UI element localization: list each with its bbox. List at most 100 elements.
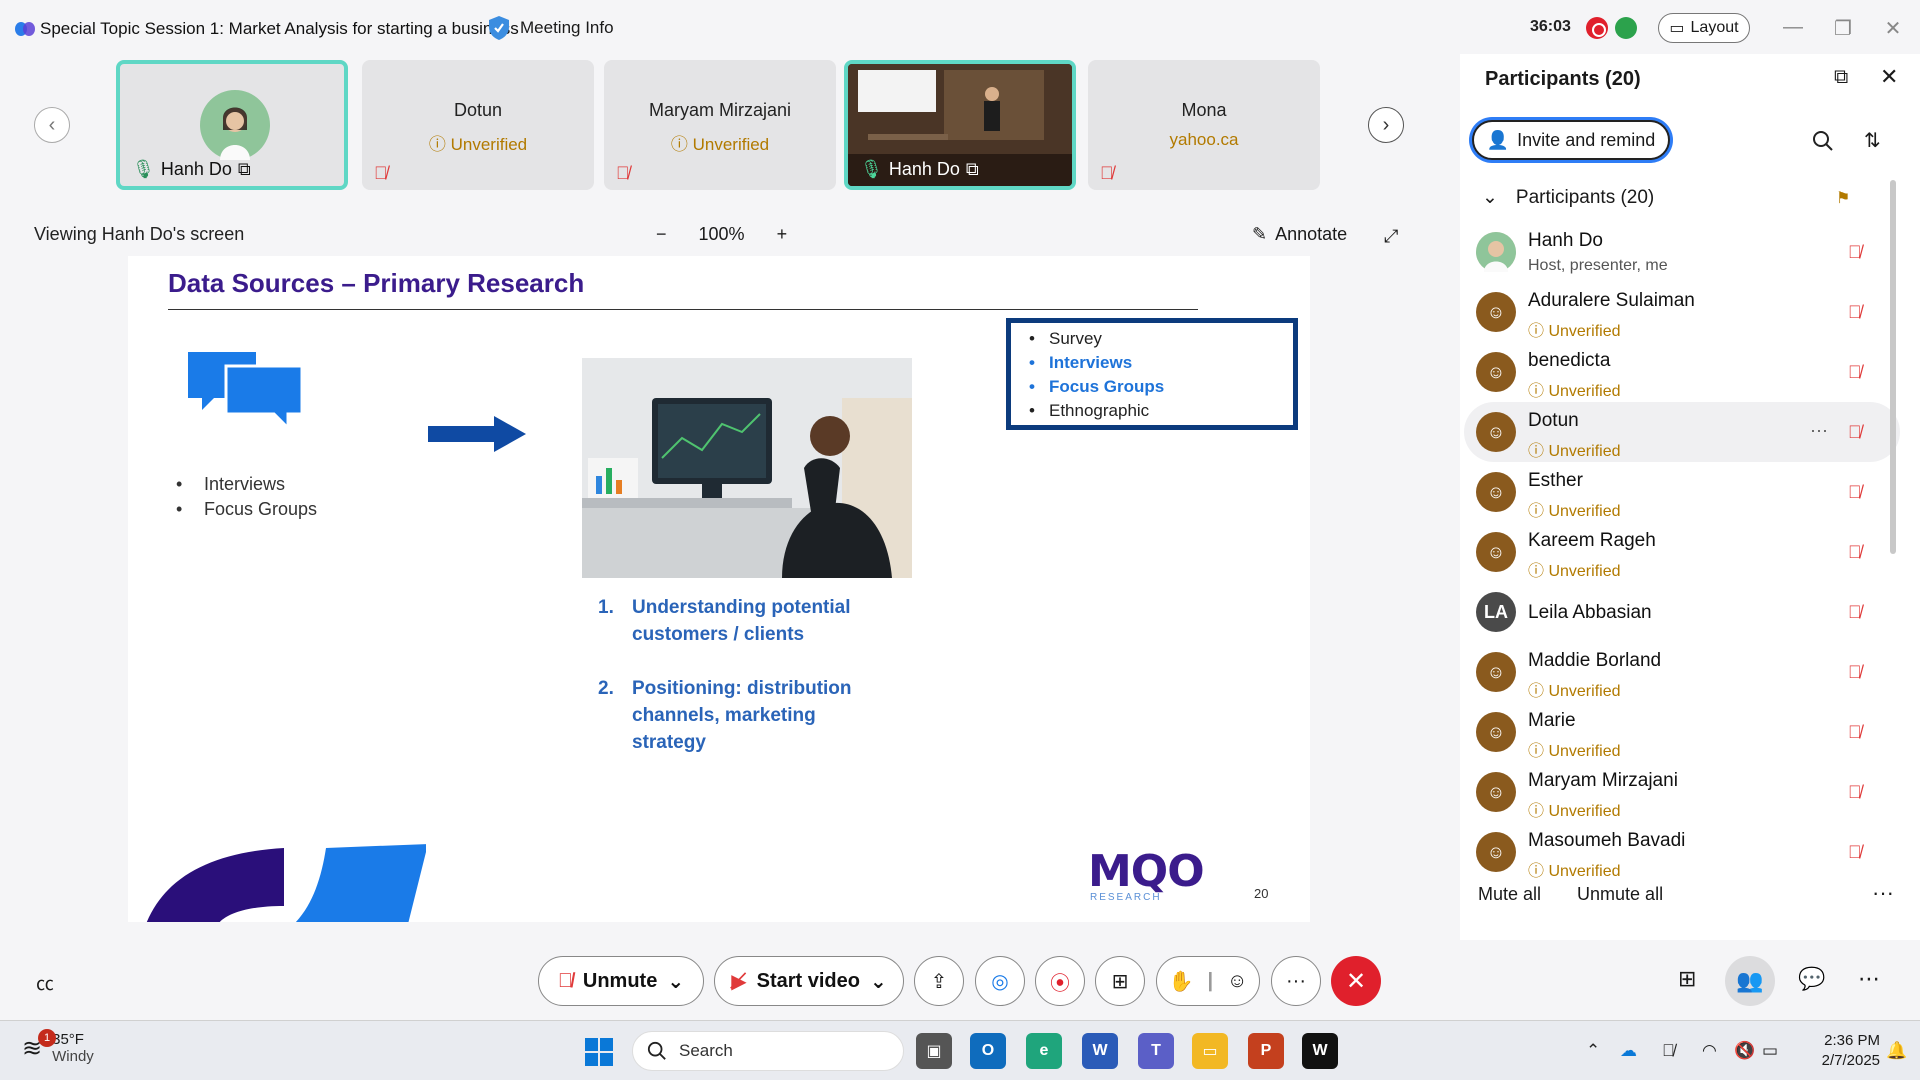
mic-muted-icon: 🎙̸ bbox=[557, 969, 573, 992]
minimize-button[interactable]: — bbox=[1778, 16, 1808, 39]
speaker-muted-icon[interactable]: 🔇 bbox=[1734, 1041, 1755, 1061]
network-health-icon[interactable] bbox=[1615, 17, 1637, 39]
participant-name: Esther bbox=[1528, 470, 1583, 491]
webex-logo-icon bbox=[15, 22, 35, 36]
mic-muted-icon[interactable]: 🎙̸ bbox=[1848, 722, 1862, 743]
meeting-info-button[interactable]: Meeting Info bbox=[488, 15, 614, 41]
end-meeting-button[interactable]: ✕ bbox=[1331, 956, 1381, 1006]
webex-app-icon[interactable]: W bbox=[1302, 1033, 1338, 1069]
more-options-icon[interactable]: ··· bbox=[1872, 880, 1894, 906]
participants-toggle-icon[interactable]: 👥 bbox=[1725, 956, 1775, 1006]
participant-name: Hanh Do bbox=[1528, 230, 1603, 251]
teams-icon[interactable]: T bbox=[1138, 1033, 1174, 1069]
close-icon[interactable]: ✕ bbox=[1880, 64, 1898, 90]
invite-and-remind-button[interactable]: 👤 Invite and remind bbox=[1472, 120, 1670, 160]
emoji-icon[interactable]: ☺ bbox=[1227, 970, 1247, 993]
apps-icon[interactable]: ⊞ bbox=[1095, 956, 1145, 1006]
video-tile-dotun[interactable]: Dotun ⓘ Unverified 🎙̸ bbox=[362, 60, 594, 190]
notification-bell-icon[interactable]: 🔔 bbox=[1886, 1041, 1907, 1061]
taskbar-search-input[interactable]: Search bbox=[632, 1031, 904, 1071]
participant-status: ⓘ Unverified bbox=[1528, 443, 1621, 460]
tile-footer: 🎙 Hanh Do ⧉ bbox=[132, 159, 251, 180]
tile-footer: 🎙 Hanh Do ⧉ bbox=[860, 159, 979, 180]
participant-row[interactable]: ☺ Aduralere Sulaiman ⓘ Unverified 🎙̸ bbox=[1464, 282, 1900, 342]
mic-muted-icon[interactable]: 🎙̸ bbox=[1848, 422, 1862, 443]
recording-icon[interactable] bbox=[1586, 17, 1608, 39]
participant-row[interactable]: Hanh Do Host, presenter, me 🎙̸ bbox=[1464, 222, 1900, 282]
powerpoint-icon[interactable]: P bbox=[1248, 1033, 1284, 1069]
participants-group-header[interactable]: ⌄ Participants (20) bbox=[1482, 186, 1654, 209]
video-tile-mona[interactable]: Mona yahoo.ca 🎙̸ bbox=[1088, 60, 1320, 190]
participant-row[interactable]: ☺ Maryam Mirzajani ⓘ Unverified 🎙̸ bbox=[1464, 762, 1900, 822]
add-apps-icon[interactable]: ⊞ bbox=[1678, 966, 1696, 992]
onedrive-icon[interactable]: ☁ bbox=[1620, 1041, 1637, 1061]
layout-button[interactable]: ▭ Layout bbox=[1658, 13, 1750, 43]
unmute-all-button[interactable]: Unmute all bbox=[1577, 884, 1663, 905]
person-icon: ☺ bbox=[1476, 292, 1516, 332]
participant-status: ⓘ Unverified bbox=[1528, 863, 1621, 880]
participants-scrollbar[interactable] bbox=[1890, 180, 1896, 554]
participant-row[interactable]: ☺ Marie ⓘ Unverified 🎙̸ bbox=[1464, 702, 1900, 762]
wifi-icon[interactable]: ◠ bbox=[1702, 1041, 1717, 1061]
mic-muted-icon[interactable]: 🎙̸ bbox=[1848, 482, 1862, 503]
mic-muted-icon[interactable]: 🎙̸ bbox=[1848, 242, 1862, 263]
unmute-button[interactable]: 🎙̸ Unmute ⌄ bbox=[538, 956, 704, 1006]
participant-row[interactable]: ☺ Maddie Borland ⓘ Unverified 🎙̸ bbox=[1464, 642, 1900, 702]
tile-name: Mona bbox=[1181, 100, 1227, 120]
lobby-icon[interactable]: ⚑ bbox=[1836, 188, 1850, 208]
zoom-out-button[interactable]: − bbox=[656, 224, 667, 245]
scroll-left-arrow-icon[interactable]: ‹ bbox=[34, 107, 70, 143]
scroll-right-arrow-icon[interactable]: › bbox=[1368, 107, 1404, 143]
ai-assistant-icon[interactable]: ◎ bbox=[975, 956, 1025, 1006]
search-icon[interactable] bbox=[1812, 130, 1834, 152]
closed-captions-icon[interactable]: ㏄ bbox=[36, 970, 54, 996]
edge-icon[interactable]: e bbox=[1026, 1033, 1062, 1069]
more-options-icon[interactable]: ··· bbox=[1271, 956, 1321, 1006]
unmute-label: Unmute bbox=[582, 969, 658, 992]
participant-row[interactable]: ☺ Esther ⓘ Unverified 🎙̸ bbox=[1464, 462, 1900, 522]
more-panels-icon[interactable]: ⋯ bbox=[1858, 966, 1880, 992]
share-screen-icon[interactable]: ⇪ bbox=[914, 956, 964, 1006]
taskbar-clock[interactable]: 2:36 PM 2/7/2025 bbox=[1800, 1031, 1880, 1071]
invite-label: Invite and remind bbox=[1517, 129, 1656, 150]
file-explorer-icon[interactable]: ▭ bbox=[1192, 1033, 1228, 1069]
zoom-in-button[interactable]: + bbox=[777, 224, 788, 245]
fullscreen-icon[interactable]: ⤢ bbox=[1384, 226, 1398, 247]
close-window-button[interactable]: ✕ bbox=[1878, 16, 1908, 41]
raise-hand-icon[interactable]: ✋ bbox=[1169, 969, 1194, 994]
mic-muted-icon[interactable]: 🎙̸ bbox=[1848, 362, 1862, 383]
mic-muted-icon[interactable]: 🎙̸ bbox=[1848, 302, 1862, 323]
mic-muted-icon[interactable]: 🎙̸ bbox=[1848, 782, 1862, 803]
video-tile-hanh-do[interactable]: 🎙 Hanh Do ⧉ bbox=[116, 60, 348, 190]
start-video-button[interactable]: ▶̸ Start video ⌄ bbox=[714, 956, 904, 1006]
participant-row[interactable]: LA Leila Abbasian 🎙̸ bbox=[1464, 582, 1900, 642]
participant-row[interactable]: ☺ Masoumeh Bavadi ⓘ Unverified 🎙̸ bbox=[1464, 822, 1900, 882]
windows-start-icon[interactable] bbox=[584, 1037, 614, 1067]
popout-icon[interactable]: ⧉ bbox=[1834, 66, 1848, 89]
participant-row[interactable]: ☺ Dotun ⓘ Unverified ··· 🎙̸ bbox=[1464, 402, 1900, 462]
annotate-button[interactable]: ✎ Annotate bbox=[1252, 224, 1347, 245]
mic-muted-icon[interactable]: 🎙̸ bbox=[1848, 842, 1862, 863]
participant-row[interactable]: ☺ Kareem Rageh ⓘ Unverified 🎙̸ bbox=[1464, 522, 1900, 582]
mute-all-button[interactable]: Mute all bbox=[1478, 884, 1541, 905]
chat-icon[interactable]: 💬 bbox=[1798, 966, 1825, 992]
video-tile-hanh-do-camera[interactable]: 🎙 Hanh Do ⧉ bbox=[844, 60, 1076, 190]
word-icon[interactable]: W bbox=[1082, 1033, 1118, 1069]
mic-muted-icon[interactable]: 🎙̸ bbox=[1662, 1041, 1675, 1061]
mic-muted-icon[interactable]: 🎙̸ bbox=[1848, 602, 1862, 623]
mic-muted-icon[interactable]: 🎙̸ bbox=[1848, 662, 1862, 683]
mic-muted-icon[interactable]: 🎙̸ bbox=[1848, 542, 1862, 563]
task-view-icon[interactable]: ▣ bbox=[916, 1033, 952, 1069]
meeting-title: Special Topic Session 1: Market Analysis… bbox=[40, 19, 519, 38]
record-icon[interactable]: ⦿ bbox=[1035, 956, 1085, 1006]
battery-icon[interactable]: ▭ bbox=[1762, 1041, 1778, 1061]
outlook-icon[interactable]: O bbox=[970, 1033, 1006, 1069]
participant-row[interactable]: ☺ benedicta ⓘ Unverified 🎙̸ bbox=[1464, 342, 1900, 402]
video-tile-maryam-mirzajani[interactable]: Maryam Mirzajani ⓘ Unverified 🎙̸ bbox=[604, 60, 836, 190]
restore-button[interactable]: ❐ bbox=[1828, 16, 1858, 41]
sort-icon[interactable]: ⇅ bbox=[1864, 128, 1881, 153]
chevron-up-icon[interactable]: ⌃ bbox=[1586, 1041, 1600, 1061]
more-options-icon[interactable]: ··· bbox=[1810, 420, 1828, 441]
zoom-level: 100% bbox=[698, 224, 745, 244]
weather-widget[interactable]: ≋ 35°F Windy bbox=[22, 1031, 94, 1065]
